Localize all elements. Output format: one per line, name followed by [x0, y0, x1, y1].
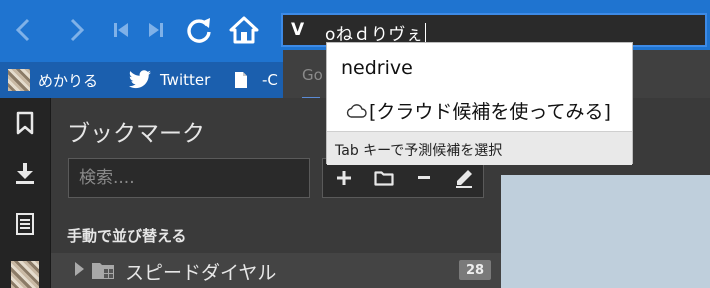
autocomplete-dropdown: nedrive [クラウド候補を使ってみる] Tab キーで予測候補を選択	[326, 42, 633, 165]
bookmark-item-document[interactable]: -C	[234, 62, 278, 98]
pencil-icon	[456, 170, 472, 188]
skip-start-icon	[114, 23, 128, 37]
twitter-bird-icon	[129, 70, 151, 89]
profile-avatar-icon[interactable]	[11, 261, 39, 288]
home-button[interactable]	[226, 12, 262, 48]
bookmark-label: Twitter	[160, 71, 211, 89]
bookmark-item-twitter[interactable]: Twitter	[128, 62, 210, 98]
side-panel-strip	[0, 98, 51, 288]
folder-icon	[374, 171, 394, 186]
downloads-panel-button[interactable]	[12, 160, 38, 186]
panel-title: ブックマーク	[67, 121, 205, 147]
rewind-button[interactable]	[104, 12, 140, 48]
text-caret	[425, 23, 427, 43]
bookmark-panel-button[interactable]	[12, 110, 38, 136]
back-button[interactable]	[6, 12, 42, 48]
chevron-left-icon	[15, 18, 30, 42]
plus-icon	[337, 171, 351, 185]
suggestion-item[interactable]: nedrive	[341, 57, 413, 79]
home-icon	[229, 16, 259, 44]
bookmark-folder-row[interactable]: スピードダイヤル 28	[51, 253, 501, 288]
bookmark-label: めかりる	[38, 71, 99, 90]
speed-dial-folder-icon	[92, 263, 114, 279]
skip-end-icon	[149, 23, 163, 37]
notes-panel-button[interactable]	[12, 211, 38, 237]
item-count-badge: 28	[459, 260, 491, 280]
forward-button[interactable]	[58, 12, 94, 48]
download-icon	[16, 163, 34, 184]
sort-mode-label[interactable]: 手動で並び替える	[67, 225, 187, 246]
chevron-right-icon	[70, 18, 85, 42]
minus-icon	[418, 176, 430, 179]
cloud-suggestion-label: [クラウド候補を使ってみる]	[369, 101, 611, 123]
search-engine-label: Go	[302, 66, 323, 84]
bookmark-icon	[16, 111, 34, 135]
bookmark-item-mekariru[interactable]: めかりる	[8, 62, 98, 98]
expand-arrow-icon[interactable]	[75, 262, 84, 276]
dropdown-hint-bar: Tab キーで予測候補を選択	[327, 131, 632, 165]
cloud-icon	[346, 103, 367, 118]
page-preview	[501, 175, 710, 288]
bookmark-search-input[interactable]	[69, 159, 309, 197]
fastforward-button[interactable]	[137, 12, 173, 48]
reload-button[interactable]	[181, 12, 217, 48]
url-prefix-icon: V	[291, 20, 305, 40]
document-icon	[235, 72, 247, 88]
notes-icon	[16, 213, 34, 235]
reload-icon	[187, 18, 211, 43]
avatar-icon	[8, 69, 30, 91]
bookmark-label: -C	[262, 71, 278, 89]
dropdown-hint-text: Tab キーで予測候補を選択	[335, 143, 503, 159]
cloud-suggestion-item[interactable]: [クラウド候補を使ってみる]	[345, 97, 611, 124]
bookmark-search-field[interactable]	[68, 158, 310, 198]
folder-label: スピードダイヤル	[125, 262, 277, 284]
